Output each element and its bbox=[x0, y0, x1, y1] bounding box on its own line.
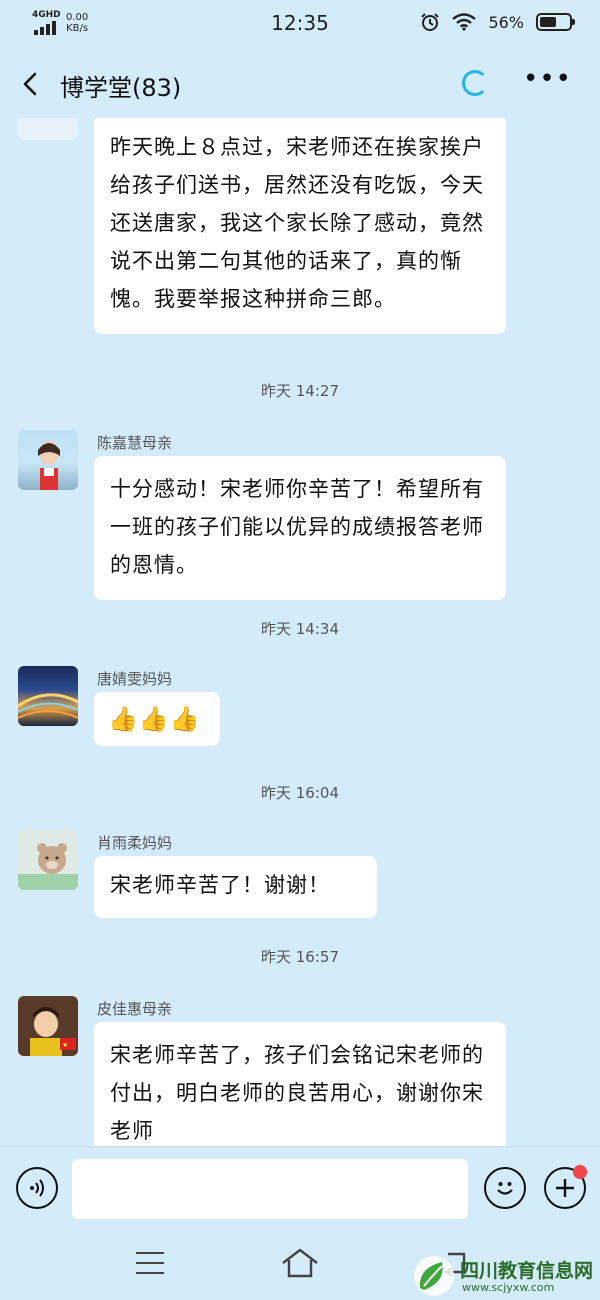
thumbs-up-icon: 👍👍👍 bbox=[108, 705, 201, 733]
avatar-city-icon bbox=[18, 693, 78, 719]
watermark: 四川教育信息网 www.scjyxw.com bbox=[412, 1254, 596, 1298]
chevron-left-icon[interactable] bbox=[14, 68, 46, 100]
menu-icon[interactable] bbox=[136, 1252, 164, 1274]
alarm-icon bbox=[421, 13, 440, 31]
voice-wave-icon bbox=[30, 1179, 44, 1197]
battery-icon bbox=[536, 13, 575, 31]
avatar-girl-icon bbox=[38, 441, 60, 490]
avatar[interactable]: ★ bbox=[18, 996, 78, 1056]
notification-dot bbox=[573, 1165, 587, 1179]
more-dots-icon[interactable]: ••• bbox=[523, 66, 572, 92]
sender-name: 陈嘉慧母亲 bbox=[97, 434, 173, 452]
message-input[interactable] bbox=[72, 1159, 468, 1219]
battery-fill bbox=[540, 17, 556, 27]
battery-percent: 56% bbox=[488, 12, 524, 32]
leaf-logo-icon bbox=[414, 1256, 454, 1296]
chat-header: 博学堂(83) ••• bbox=[0, 48, 600, 118]
message-bubble[interactable]: 十分感动！宋老师你辛苦了！希望所有一班的孩子们能以优异的成绩报答老师的恩情。 bbox=[94, 456, 506, 600]
input-bar bbox=[0, 1146, 600, 1230]
home-icon[interactable] bbox=[280, 1246, 320, 1280]
status-bar: 4GHD 0.00 KB/s 12:35 56% bbox=[0, 0, 600, 48]
wifi-icon bbox=[452, 13, 477, 31]
smile-icon bbox=[497, 1182, 513, 1195]
emoji-icon[interactable] bbox=[484, 1167, 526, 1209]
avatar[interactable] bbox=[18, 430, 78, 490]
sender-name: 肖雨柔妈妈 bbox=[97, 834, 173, 852]
plus-sign-icon bbox=[556, 1179, 574, 1197]
timestamp: 昨天 14:27 bbox=[261, 382, 339, 400]
avatar-child-icon: ★ bbox=[18, 996, 78, 1056]
avatar-bear-icon bbox=[18, 843, 78, 890]
avatar[interactable] bbox=[18, 118, 78, 140]
message-list[interactable]: 昨天晚上８点过，宋老师还在挨家挨户给孩子们送书，居然还没有吃饭，今天还送唐家，我… bbox=[0, 118, 600, 1146]
message-bubble[interactable]: 宋老师辛苦了，孩子们会铭记宋老师的付出，明白老师的良苦用心，谢谢你宋老师 bbox=[94, 1022, 506, 1146]
message-bubble[interactable]: 昨天晚上８点过，宋老师还在挨家挨户给孩子们送书，居然还没有吃饭，今天还送唐家，我… bbox=[94, 118, 506, 334]
watermark-title: 四川教育信息网 bbox=[460, 1260, 594, 1282]
avatar[interactable] bbox=[18, 830, 78, 890]
timestamp: 昨天 14:34 bbox=[261, 620, 339, 638]
avatar[interactable] bbox=[18, 666, 78, 726]
message-bubble[interactable]: 👍👍👍 bbox=[94, 692, 220, 746]
svg-text:★: ★ bbox=[62, 1041, 68, 1049]
chat-title[interactable]: 博学堂(83) bbox=[60, 68, 181, 103]
timestamp: 昨天 16:04 bbox=[261, 784, 339, 802]
status-right: 56% bbox=[420, 12, 575, 32]
message-bubble[interactable]: 宋老师辛苦了！谢谢！ bbox=[94, 856, 377, 918]
loading-ring-icon bbox=[462, 70, 488, 96]
watermark-url: www.scjyxw.com bbox=[462, 1281, 555, 1294]
sender-name: 唐婧雯妈妈 bbox=[97, 670, 173, 688]
sender-name: 皮佳惠母亲 bbox=[97, 1000, 173, 1018]
timestamp: 昨天 16:57 bbox=[261, 948, 339, 966]
voice-icon[interactable] bbox=[16, 1167, 58, 1209]
